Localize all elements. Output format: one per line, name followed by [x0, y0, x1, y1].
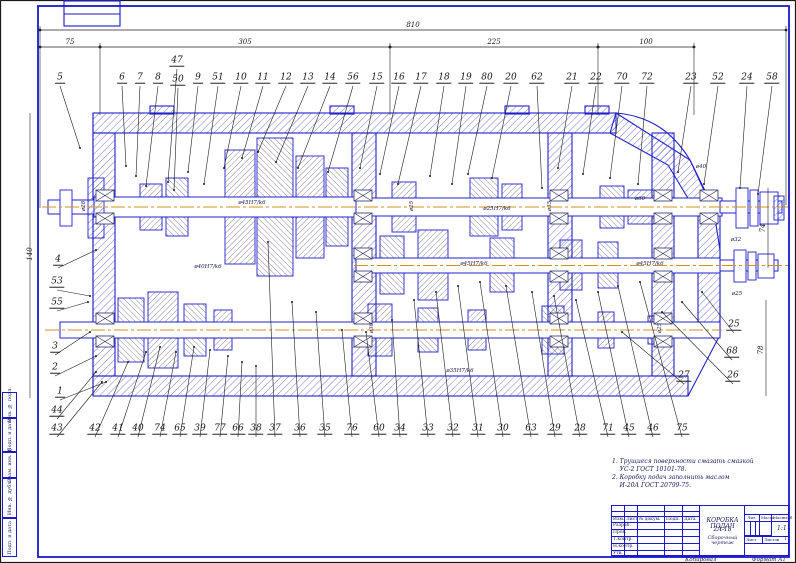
tb-row-prov: Пров.: [613, 531, 626, 536]
tb-col-list: Лист: [626, 518, 638, 523]
dimension-label: 75: [66, 38, 75, 46]
dimension-label: 810: [406, 21, 420, 29]
tb-row-nkontr: Н.контр.: [613, 545, 634, 550]
technical-notes: 1. Трущиеся поверхности смазать смазкой …: [612, 458, 790, 490]
dimension-label-rotated: 140: [26, 247, 34, 260]
fit-label: ø32: [731, 237, 741, 243]
tb-sheets-value: 1: [784, 538, 787, 543]
dimension-label: 225: [486, 38, 501, 46]
frame-stamp-cell: Подп. и дата: [2, 518, 17, 557]
frame-stamp-cell: Взам. инв. №: [2, 452, 17, 478]
fit-label: ø25H7/k6: [483, 206, 510, 212]
tb-row-utv: Утв.: [613, 552, 623, 557]
fit-label: ø28: [81, 201, 87, 211]
dimension-label: 305: [238, 38, 252, 46]
frame-stamp-label: Инв. № дубл.: [7, 480, 13, 515]
fit-label: ø40: [696, 164, 706, 170]
fit-label: ø30: [369, 323, 375, 333]
fit-label: ø35: [547, 201, 553, 211]
fit-label: ø40H7/k6: [194, 264, 221, 270]
tb-row-razrab: Разраб.: [613, 524, 631, 529]
fit-label: ø35H7/k6: [446, 368, 473, 374]
fit-label: ø60: [635, 196, 645, 202]
note-line: УС-2 ГОСТ 10101-78.: [612, 466, 790, 474]
note-line: И-20А ГОСТ 20799-75.: [612, 482, 790, 490]
fit-label: ø45H7/k6: [238, 200, 265, 206]
format-label: Формат А1: [752, 557, 786, 563]
copied-label: Копировал: [685, 557, 716, 563]
frame-stamp-cell: Инв. № дубл.: [2, 478, 17, 518]
tb-col-podp: Подп.: [666, 518, 680, 523]
note-line: 1. Трущиеся поверхности смазать смазкой: [612, 458, 790, 466]
fit-label: ø25: [409, 201, 415, 211]
tb-row-tkontr: Т.контр.: [613, 538, 633, 543]
dimension-label-rotated: 78: [757, 346, 765, 355]
fit-label: ø45H7/k6: [460, 261, 487, 267]
frame-stamp-label: Подп. и дата: [7, 521, 13, 555]
tb-col-data: Дата: [684, 518, 696, 523]
tb-doc-name-2: 2А-18: [700, 527, 745, 533]
fit-label: ø25: [732, 291, 742, 297]
note-line: 2. Коробку подач заполнить маслом: [612, 474, 790, 482]
tb-sheet-label: Лист: [746, 538, 756, 542]
drawing-sheet: 81075305225100 5678475095110111213145615…: [0, 0, 796, 563]
frame-stamp-cell: Инв. № подл.: [2, 392, 17, 418]
tb-lit-label: Лит.: [747, 516, 757, 520]
fit-label: ø45H7/k6: [636, 261, 663, 267]
fit-label: ø25: [657, 323, 663, 333]
tb-scale-value: 1:1: [777, 526, 787, 532]
tb-scale-label: Масштаб: [773, 516, 792, 520]
tb-col-izm: Изм.: [613, 518, 624, 523]
tb-doc-name-3: Сборочный чертеж: [700, 536, 745, 546]
dimension-label-rotated: 74: [759, 224, 767, 233]
title-block: Изм. Лист № докум. Подп. Дата Разраб. Пр…: [611, 505, 789, 556]
tb-sheets-label: Листов: [764, 538, 779, 542]
dimension-label: 100: [639, 38, 653, 46]
tb-col-doc: № докум.: [639, 518, 661, 523]
